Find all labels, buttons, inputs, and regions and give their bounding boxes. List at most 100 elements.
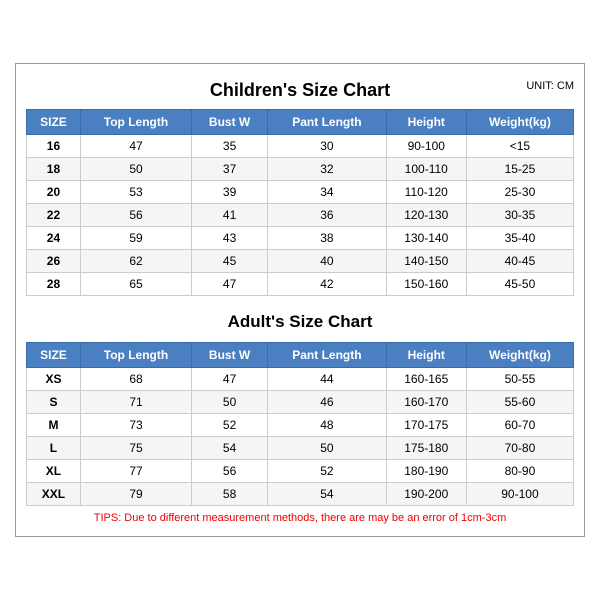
table-cell: 90-100	[386, 135, 466, 158]
table-cell: 30-35	[466, 204, 573, 227]
adult-table-row: XXL795854190-20090-100	[27, 483, 574, 506]
children-table-row: 28654742150-16045-50	[27, 273, 574, 296]
table-cell: 30	[268, 135, 386, 158]
table-cell: 24	[27, 227, 81, 250]
table-cell: 47	[192, 273, 268, 296]
table-cell: 77	[80, 460, 191, 483]
children-header-row: SIZETop LengthBust WPant LengthHeightWei…	[27, 110, 574, 135]
children-title-text: Children's Size Chart	[210, 80, 390, 100]
table-cell: 36	[268, 204, 386, 227]
table-cell: 39	[192, 181, 268, 204]
children-table-row: 18503732100-11015-25	[27, 158, 574, 181]
table-cell: 130-140	[386, 227, 466, 250]
table-cell: 79	[80, 483, 191, 506]
children-col-header: Top Length	[80, 110, 191, 135]
adult-col-header: Weight(kg)	[466, 343, 573, 368]
table-cell: 73	[80, 414, 191, 437]
adult-table-row: S715046160-17055-60	[27, 391, 574, 414]
table-cell: 47	[192, 368, 268, 391]
table-cell: XXL	[27, 483, 81, 506]
table-cell: M	[27, 414, 81, 437]
table-cell: 26	[27, 250, 81, 273]
table-cell: 71	[80, 391, 191, 414]
table-cell: 120-130	[386, 204, 466, 227]
children-col-header: SIZE	[27, 110, 81, 135]
table-cell: 75	[80, 437, 191, 460]
unit-label: UNIT: CM	[526, 80, 574, 92]
children-table-row: 26624540140-15040-45	[27, 250, 574, 273]
table-cell: 52	[268, 460, 386, 483]
table-cell: 54	[192, 437, 268, 460]
table-cell: 175-180	[386, 437, 466, 460]
table-cell: 32	[268, 158, 386, 181]
tips-text: TIPS: Due to different measurement metho…	[26, 506, 574, 526]
table-cell: 40-45	[466, 250, 573, 273]
table-cell: 59	[80, 227, 191, 250]
adult-col-header: Bust W	[192, 343, 268, 368]
children-table: SIZETop LengthBust WPant LengthHeightWei…	[26, 109, 574, 296]
children-col-header: Height	[386, 110, 466, 135]
table-cell: XL	[27, 460, 81, 483]
adult-table-row: XS684744160-16550-55	[27, 368, 574, 391]
table-cell: 48	[268, 414, 386, 437]
table-cell: 34	[268, 181, 386, 204]
children-table-row: 22564136120-13030-35	[27, 204, 574, 227]
table-cell: 45-50	[466, 273, 573, 296]
table-cell: S	[27, 391, 81, 414]
table-cell: 55-60	[466, 391, 573, 414]
children-col-header: Weight(kg)	[466, 110, 573, 135]
table-cell: 160-165	[386, 368, 466, 391]
table-cell: 56	[192, 460, 268, 483]
adult-title-text: Adult's Size Chart	[228, 312, 373, 331]
table-cell: 46	[268, 391, 386, 414]
children-table-row: 24594338130-14035-40	[27, 227, 574, 250]
table-cell: XS	[27, 368, 81, 391]
table-cell: 35-40	[466, 227, 573, 250]
table-cell: 28	[27, 273, 81, 296]
table-cell: 110-120	[386, 181, 466, 204]
children-col-header: Pant Length	[268, 110, 386, 135]
table-cell: 15-25	[466, 158, 573, 181]
table-cell: 22	[27, 204, 81, 227]
table-cell: 62	[80, 250, 191, 273]
table-cell: 44	[268, 368, 386, 391]
table-cell: 50-55	[466, 368, 573, 391]
table-cell: 18	[27, 158, 81, 181]
table-cell: 45	[192, 250, 268, 273]
table-cell: 68	[80, 368, 191, 391]
table-cell: 47	[80, 135, 191, 158]
table-cell: 60-70	[466, 414, 573, 437]
adult-col-header: Top Length	[80, 343, 191, 368]
adult-table-row: XL775652180-19080-90	[27, 460, 574, 483]
table-cell: 65	[80, 273, 191, 296]
children-title: Children's Size Chart UNIT: CM	[26, 74, 574, 103]
table-cell: 180-190	[386, 460, 466, 483]
adult-col-header: SIZE	[27, 343, 81, 368]
table-cell: 70-80	[466, 437, 573, 460]
adult-header-row: SIZETop LengthBust WPant LengthHeightWei…	[27, 343, 574, 368]
table-cell: 50	[268, 437, 386, 460]
table-cell: 38	[268, 227, 386, 250]
table-cell: <15	[466, 135, 573, 158]
children-table-row: 1647353090-100<15	[27, 135, 574, 158]
table-cell: 58	[192, 483, 268, 506]
table-cell: 52	[192, 414, 268, 437]
table-cell: 37	[192, 158, 268, 181]
table-cell: 50	[192, 391, 268, 414]
children-table-row: 20533934110-12025-30	[27, 181, 574, 204]
table-cell: 190-200	[386, 483, 466, 506]
size-chart-container: Children's Size Chart UNIT: CM SIZETop L…	[15, 63, 585, 537]
table-cell: 53	[80, 181, 191, 204]
table-cell: 50	[80, 158, 191, 181]
table-cell: 90-100	[466, 483, 573, 506]
table-cell: 41	[192, 204, 268, 227]
table-cell: 54	[268, 483, 386, 506]
children-col-header: Bust W	[192, 110, 268, 135]
table-cell: 25-30	[466, 181, 573, 204]
table-cell: 80-90	[466, 460, 573, 483]
table-cell: 150-160	[386, 273, 466, 296]
table-cell: 20	[27, 181, 81, 204]
table-cell: 40	[268, 250, 386, 273]
adult-col-header: Height	[386, 343, 466, 368]
table-cell: 170-175	[386, 414, 466, 437]
